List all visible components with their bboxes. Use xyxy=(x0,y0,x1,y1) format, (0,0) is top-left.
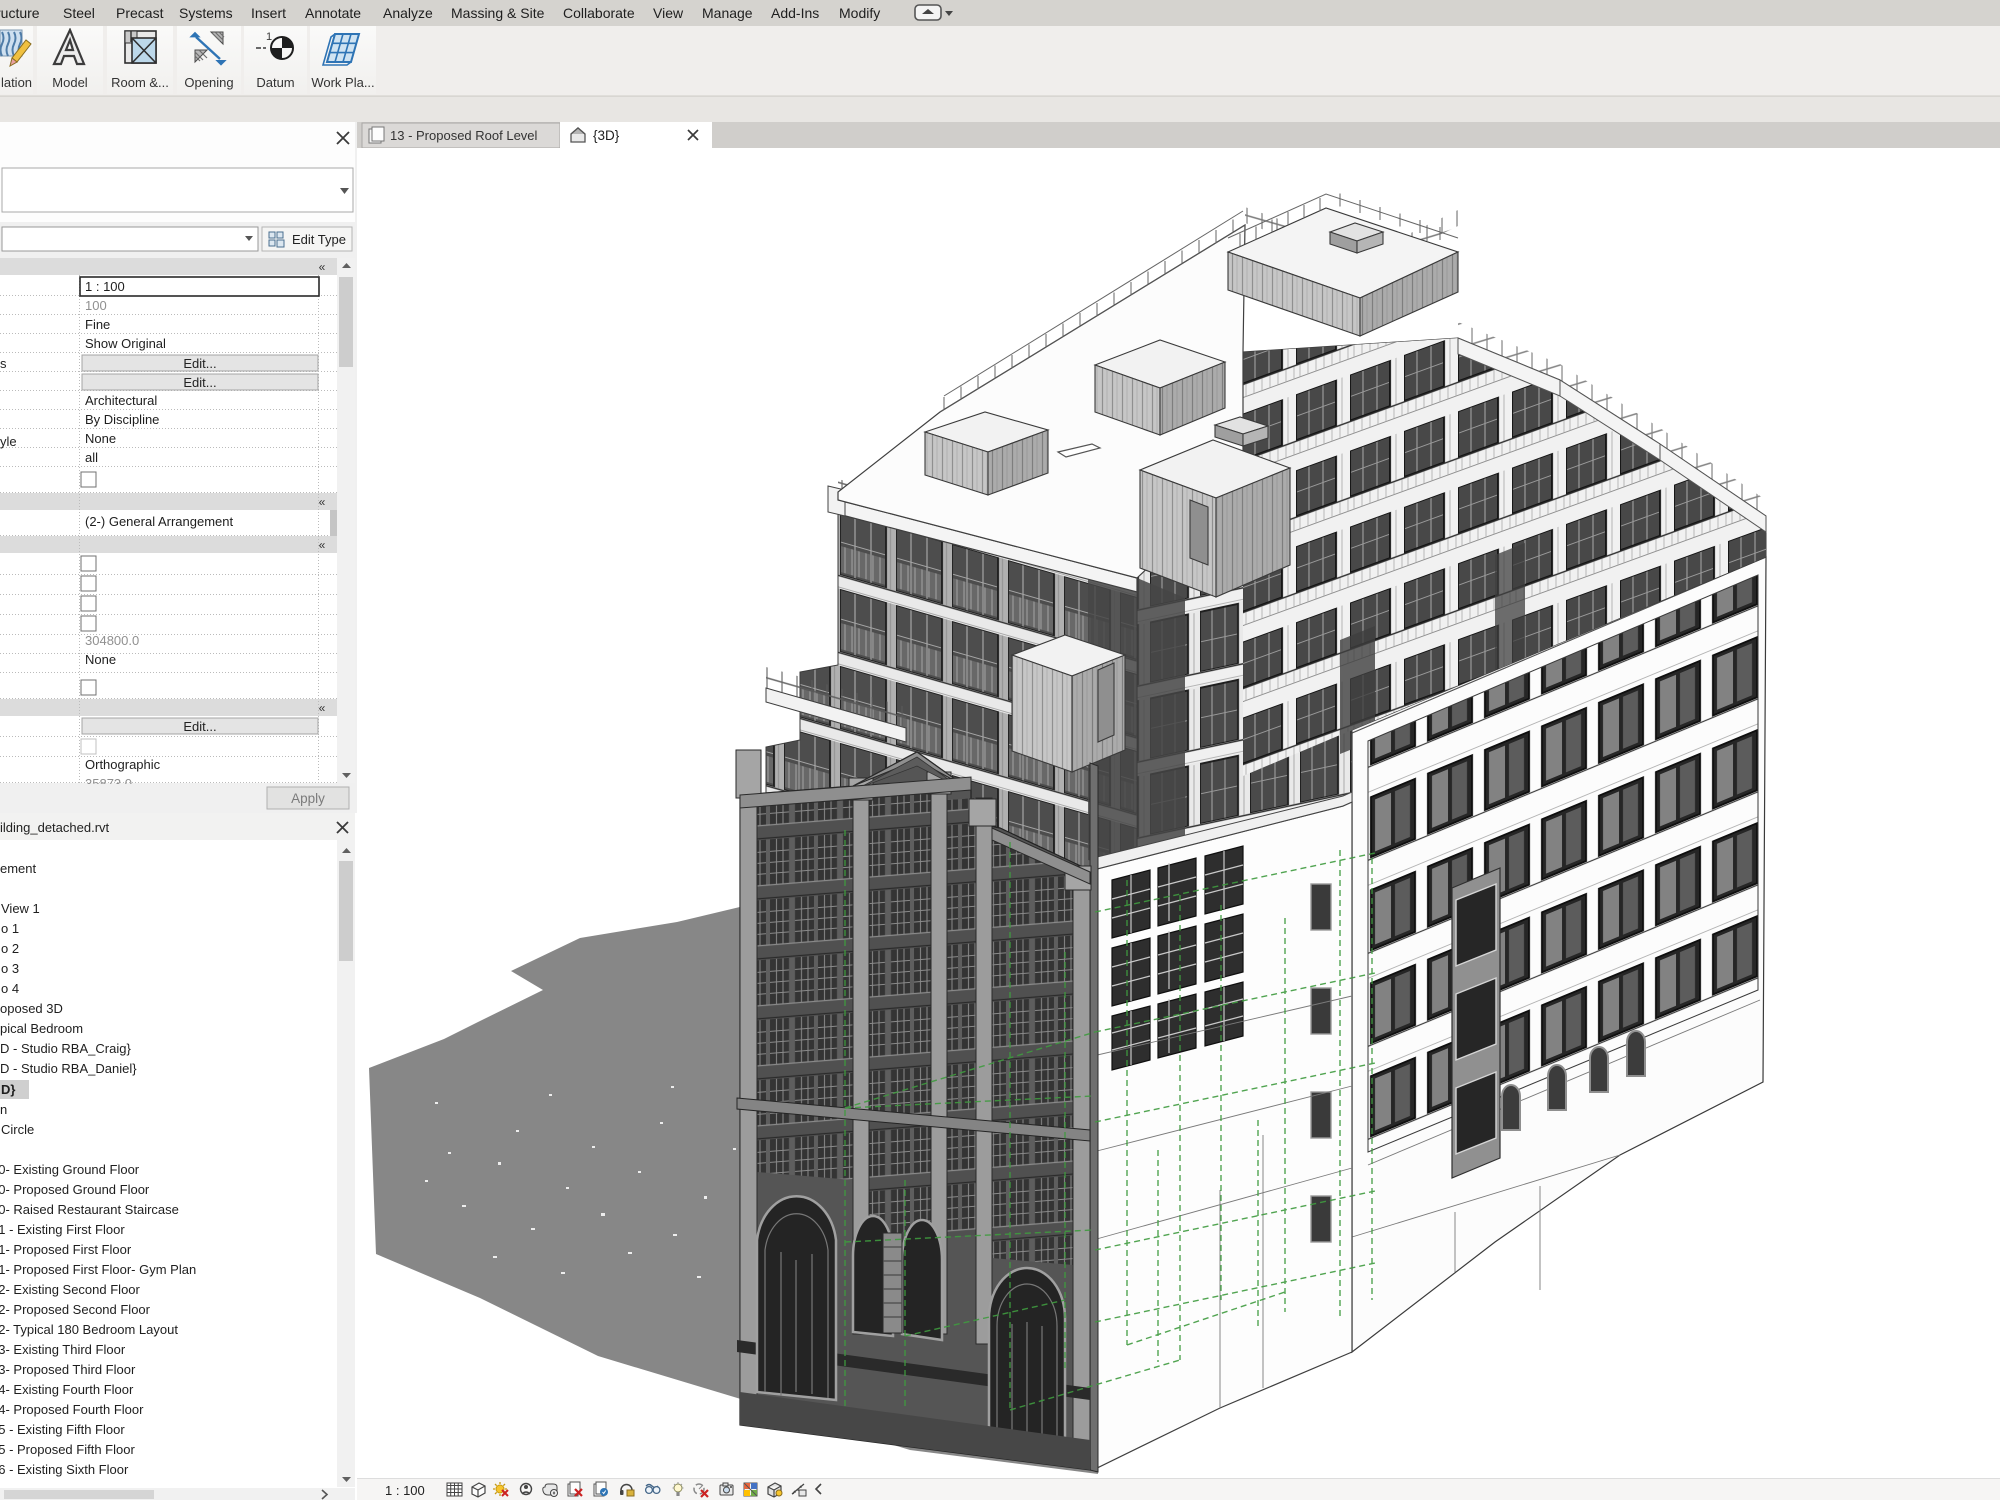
svg-text:04- Proposed Fourth Floor: 04- Proposed Fourth Floor xyxy=(0,1402,144,1417)
svg-text:Circle: Circle xyxy=(1,1122,34,1137)
svg-text:02- Proposed Second Floor: 02- Proposed Second Floor xyxy=(0,1302,151,1317)
svg-text:D - Studio RBA_Daniel}: D - Studio RBA_Daniel} xyxy=(0,1061,137,1076)
svg-text:(2-) General Arrangement: (2-) General Arrangement xyxy=(85,514,234,529)
svg-text:04- Existing Fourth Floor: 04- Existing Fourth Floor xyxy=(0,1382,134,1397)
svg-text:o 4: o 4 xyxy=(1,981,19,996)
svg-text:00- Raised Restaurant Staircas: 00- Raised Restaurant Staircase xyxy=(0,1202,179,1217)
svg-text:None: None xyxy=(85,431,116,446)
svg-text:06 - Existing Sixth Floor: 06 - Existing Sixth Floor xyxy=(0,1462,129,1477)
svg-text:01- Proposed First Floor: 01- Proposed First Floor xyxy=(0,1242,132,1257)
svg-text:«: « xyxy=(319,701,326,715)
svg-text:13 - Proposed Roof Level: 13 - Proposed Roof Level xyxy=(390,128,538,143)
svg-text:o 1: o 1 xyxy=(1,921,19,936)
svg-text:{3D}: {3D} xyxy=(593,128,620,143)
svg-text:Edit...: Edit... xyxy=(183,356,216,371)
svg-text:100: 100 xyxy=(85,298,107,313)
svg-text:«: « xyxy=(319,495,326,509)
svg-text:1 : 100: 1 : 100 xyxy=(85,279,125,294)
svg-text:Edit...: Edit... xyxy=(183,719,216,734)
svg-text:00- Proposed Ground Floor: 00- Proposed Ground Floor xyxy=(0,1182,150,1197)
svg-text:Apply: Apply xyxy=(291,791,325,806)
svg-text:o 2: o 2 xyxy=(1,941,19,956)
svg-text:pical Bedroom: pical Bedroom xyxy=(0,1021,83,1036)
svg-text:05 - Existing Fifth Floor: 05 - Existing Fifth Floor xyxy=(0,1422,125,1437)
svg-text:00- Existing Ground Floor: 00- Existing Ground Floor xyxy=(0,1162,140,1177)
svg-text:03- Proposed Third Floor: 03- Proposed Third Floor xyxy=(0,1362,136,1377)
svg-text:D}: D} xyxy=(1,1082,15,1097)
svg-text:Architectural: Architectural xyxy=(85,393,157,408)
svg-text:01- Proposed First Floor- Gym: 01- Proposed First Floor- Gym Plan xyxy=(0,1262,196,1277)
svg-text:03- Existing Third Floor: 03- Existing Third Floor xyxy=(0,1342,126,1357)
svg-text:oposed 3D: oposed 3D xyxy=(0,1001,63,1016)
svg-text:s: s xyxy=(0,356,7,371)
svg-text:yle: yle xyxy=(0,434,17,449)
svg-text:all: all xyxy=(85,450,98,465)
svg-text:Orthographic: Orthographic xyxy=(85,757,161,772)
svg-text:None: None xyxy=(85,652,116,667)
svg-text:304800.0: 304800.0 xyxy=(85,633,139,648)
svg-text:ilding_detached.rvt: ilding_detached.rvt xyxy=(0,820,110,835)
svg-text:By Discipline: By Discipline xyxy=(85,412,159,427)
svg-text:n: n xyxy=(0,1102,7,1117)
svg-text:D - Studio RBA_Craig}: D - Studio RBA_Craig} xyxy=(0,1041,131,1056)
svg-text:«: « xyxy=(319,538,326,552)
svg-text:1: 1 xyxy=(266,31,272,43)
svg-text:Edit Type: Edit Type xyxy=(292,232,346,247)
svg-text:Fine: Fine xyxy=(85,317,110,332)
svg-text:ement: ement xyxy=(0,861,37,876)
svg-text:1 : 100: 1 : 100 xyxy=(385,1483,425,1498)
svg-text:02- Typical 180 Bedroom Layout: 02- Typical 180 Bedroom Layout xyxy=(0,1322,178,1337)
svg-text:02- Existing Second Floor: 02- Existing Second Floor xyxy=(0,1282,141,1297)
svg-text:Show Original: Show Original xyxy=(85,336,166,351)
svg-text:05 - Proposed Fifth Floor: 05 - Proposed Fifth Floor xyxy=(0,1442,135,1457)
svg-text:Edit...: Edit... xyxy=(183,375,216,390)
svg-text:01 - Existing First Floor: 01 - Existing First Floor xyxy=(0,1222,125,1237)
svg-text:View 1: View 1 xyxy=(1,901,40,916)
svg-text:«: « xyxy=(319,260,326,274)
svg-text:o 3: o 3 xyxy=(1,961,19,976)
